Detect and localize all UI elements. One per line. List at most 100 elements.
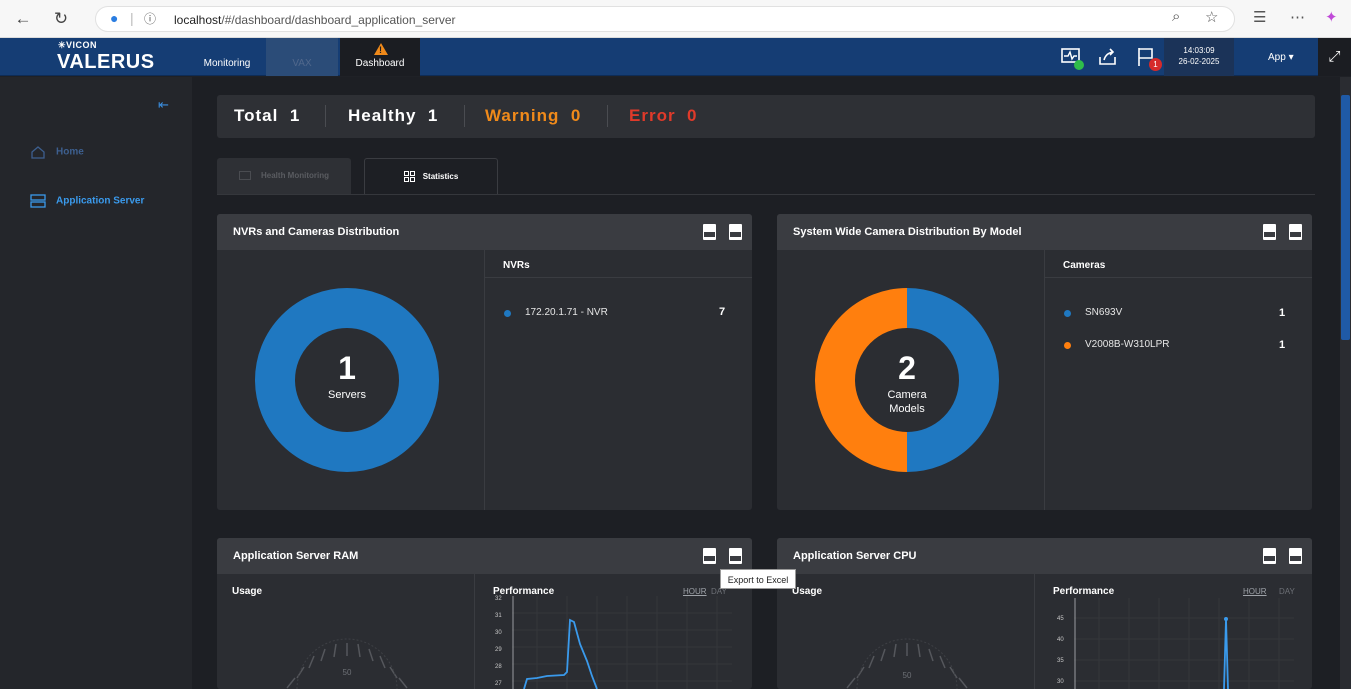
date: 26-02-2025: [1178, 57, 1220, 66]
divider: [325, 105, 326, 127]
y-tick: 45: [1057, 616, 1064, 622]
sidebar: ⇤ Home Application Server: [0, 77, 192, 689]
divider: [1044, 250, 1045, 510]
donut-center-label: Models: [889, 403, 925, 415]
hour-toggle[interactable]: HOUR: [683, 587, 707, 596]
tab-dashboard[interactable]: ! Dashboard: [340, 38, 420, 76]
gauge-value: 50: [343, 668, 352, 677]
export-xls-icon[interactable]: [703, 224, 716, 240]
app-header: ✳VICON VALERUS Monitoring VAX ! Dashboar…: [0, 38, 1351, 76]
info-icon[interactable]: ⓘ: [144, 10, 156, 27]
hour-toggle[interactable]: HOUR: [1243, 587, 1267, 596]
tab-vax[interactable]: VAX: [266, 38, 338, 76]
home-icon: [31, 146, 45, 159]
performance-label: Performance: [1053, 586, 1115, 597]
favorite-icon[interactable]: ☆: [1205, 8, 1218, 26]
day-toggle[interactable]: DAY: [1279, 587, 1295, 596]
export-html-icon[interactable]: [1289, 224, 1302, 240]
y-tick: 27: [495, 681, 502, 687]
sidebar-item-home[interactable]: Home: [30, 145, 84, 159]
datetime: 14:03:09 26-02-2025: [1164, 38, 1234, 76]
fullscreen-icon[interactable]: ⤢: [1318, 38, 1351, 76]
warning-icon: !: [374, 43, 388, 55]
gauge-value: 50: [903, 671, 912, 680]
summary-error: Error 0: [629, 106, 698, 125]
y-tick: 30: [1057, 679, 1064, 685]
export-html-icon[interactable]: [729, 548, 742, 564]
list-item-label[interactable]: V2008B-W310LPR: [1085, 339, 1170, 350]
panel-title: Application Server CPU: [793, 550, 917, 562]
monitor-icon: [239, 171, 251, 181]
list-item-value: 7: [719, 306, 726, 318]
legend-dot: [1064, 310, 1071, 317]
panel-nvr-distribution: NVRs and Cameras Distribution 1 Servers …: [217, 214, 752, 510]
list-item-value: 1: [1279, 339, 1286, 351]
divider: [464, 105, 465, 127]
panel-header: Application Server CPU: [777, 538, 1312, 574]
divider: [474, 574, 475, 689]
address-bar[interactable]: ● | ⓘ localhost/#/dashboard/dashboard_ap…: [95, 6, 1235, 32]
status-online-badge: [1074, 60, 1084, 70]
tab-statistics[interactable]: Statistics: [364, 158, 498, 194]
divider: [1034, 574, 1035, 689]
y-tick: 32: [495, 596, 502, 602]
tab-health-monitoring[interactable]: Health Monitoring: [217, 158, 351, 194]
cpu-performance-chart: [1074, 598, 1294, 689]
more-icon[interactable]: ⋯: [1290, 8, 1305, 26]
url-text[interactable]: localhost/#/dashboard/dashboard_applicat…: [174, 13, 456, 27]
summary-healthy: Healthy 1: [348, 106, 439, 125]
sidebar-item-application-server[interactable]: Application Server: [30, 194, 144, 208]
y-tick: 31: [495, 613, 502, 619]
legend-dot: [504, 310, 511, 317]
refresh-icon[interactable]: ↻: [50, 8, 72, 30]
donut-center-number: 2: [898, 350, 916, 386]
favorites-list-icon[interactable]: ☰: [1253, 8, 1266, 26]
panel-title: Application Server RAM: [233, 550, 359, 562]
tab-monitoring[interactable]: Monitoring: [196, 38, 258, 76]
summary-warning: Warning 0: [485, 106, 582, 125]
list-header: NVRs: [503, 260, 530, 271]
zoom-icon[interactable]: ⌕: [1172, 8, 1180, 25]
divider: [484, 250, 485, 510]
panel-app-server-cpu: Application Server CPU Usage 50 Performa…: [777, 538, 1312, 689]
donut-center-label: Servers: [328, 389, 366, 401]
export-xls-icon[interactable]: [1263, 548, 1276, 564]
divider: |: [130, 10, 134, 26]
panel-title: NVRs and Cameras Distribution: [233, 226, 400, 238]
divider: [217, 194, 1315, 195]
export-xls-icon[interactable]: [1263, 224, 1276, 240]
y-tick: 35: [1057, 658, 1064, 664]
panel-header: Application Server RAM: [217, 538, 752, 574]
y-tick: 29: [495, 647, 502, 653]
time: 14:03:09: [1183, 46, 1215, 55]
panel-header: System Wide Camera Distribution By Model: [777, 214, 1312, 250]
back-icon[interactable]: ←: [12, 8, 34, 30]
app-menu[interactable]: App ▾: [1268, 52, 1294, 63]
summary-total: Total 1: [234, 106, 301, 125]
browser-toolbar: ← ↻ ● | ⓘ localhost/#/dashboard/dashboar…: [0, 0, 1351, 38]
logo: VALERUS: [57, 51, 155, 73]
y-tick: 30: [495, 630, 502, 636]
export-xls-icon[interactable]: [703, 548, 716, 564]
grid-icon: [403, 171, 415, 183]
divider: [1045, 277, 1312, 278]
export-html-icon[interactable]: [729, 224, 742, 240]
collapse-sidebar-icon[interactable]: ⇤: [158, 97, 169, 113]
logo-small: ✳VICON: [58, 40, 98, 50]
panel-app-server-ram: Application Server RAM Usage 50 Performa…: [217, 538, 752, 689]
divider: [485, 277, 752, 278]
export-html-icon[interactable]: [1289, 548, 1302, 564]
copilot-icon[interactable]: ✦: [1325, 8, 1338, 26]
list-item-value: 1: [1279, 307, 1286, 319]
list-header: Cameras: [1063, 260, 1106, 271]
list-item-label[interactable]: SN693V: [1085, 307, 1122, 318]
scrollbar-thumb[interactable]: [1341, 95, 1350, 340]
legend-dot: [1064, 342, 1071, 349]
export-icon[interactable]: [1097, 46, 1119, 68]
notification-badge: 1: [1149, 58, 1162, 71]
y-tick: 40: [1057, 637, 1064, 643]
y-tick: 28: [495, 664, 502, 670]
usage-label: Usage: [792, 586, 823, 597]
list-item-label[interactable]: 172.20.1.71 - NVR: [525, 307, 608, 318]
sidebar-item-label: Application Server: [56, 195, 145, 207]
